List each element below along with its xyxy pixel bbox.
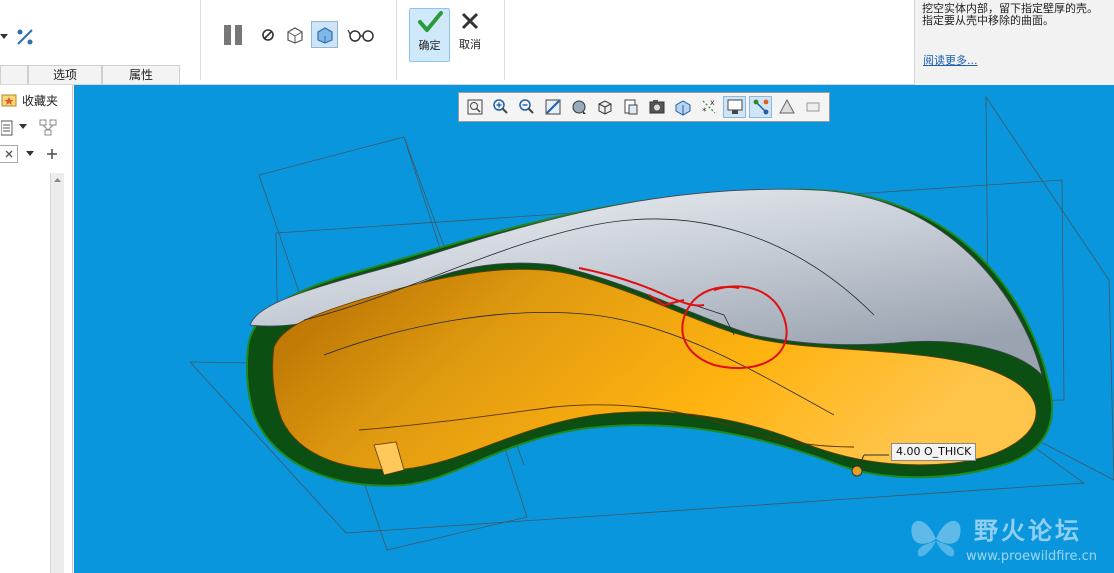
view-toolbar: * x (458, 92, 830, 122)
cancel-button[interactable]: 取消 (452, 8, 488, 62)
ribbon-divider (396, 0, 397, 80)
watermark-url: www.proewildfire.cn (966, 549, 1097, 564)
datum-display-button[interactable]: * x (697, 96, 720, 118)
graphics-viewport[interactable]: * x 4.00 O_THICK 野火论坛 www.proewildfire.cn (74, 85, 1114, 573)
no-preview-icon[interactable] (258, 24, 278, 46)
zoom-in-icon (492, 99, 508, 114)
read-more-link[interactable]: 阅读更多... (923, 52, 978, 68)
tree-filter-icon[interactable] (38, 118, 60, 138)
repaint-button[interactable] (541, 96, 564, 118)
tab-options[interactable]: 选项 (28, 65, 102, 84)
zoom-out-button[interactable] (515, 96, 538, 118)
close-icon[interactable] (0, 145, 18, 163)
svg-text:x: x (710, 98, 715, 107)
add-icon[interactable] (43, 145, 61, 163)
point-display-icon (778, 98, 795, 114)
csys-display-icon (806, 102, 819, 112)
zoom-out-icon (518, 99, 534, 114)
scroll-up-arrow-icon[interactable] (51, 175, 64, 185)
ok-button[interactable]: 确定 (409, 8, 450, 62)
butterfly-logo-icon (911, 520, 961, 557)
checkmark-icon (417, 11, 443, 32)
watermark-title: 野火论坛 (974, 517, 1082, 545)
favorites-label: 收藏夹 (22, 93, 59, 108)
view-manager-icon (624, 99, 637, 115)
csys-display-button[interactable] (801, 96, 824, 118)
repaint-icon (545, 99, 560, 115)
flip-direction-icon[interactable] (14, 26, 36, 48)
datum-display-icon: *x (702, 98, 715, 117)
help-hint-text: 挖空实体内部，留下指定壁厚的壳。指定要从壳中移除的曲面。 (922, 2, 1098, 27)
perspective-icon (649, 100, 664, 114)
point-display-button[interactable] (775, 96, 798, 118)
saved-views-button[interactable] (593, 96, 616, 118)
document-icon[interactable] (0, 118, 14, 138)
verify-glasses-icon[interactable] (346, 24, 376, 46)
annotation-display-icon (727, 99, 742, 114)
display-style-icon (572, 100, 586, 114)
refit-button[interactable] (463, 96, 486, 118)
watermark: 野火论坛 www.proewildfire.cn (904, 505, 1114, 573)
attached-preview-icon[interactable] (284, 24, 306, 46)
refit-icon (467, 99, 482, 115)
dropdown-arrow-icon[interactable] (25, 149, 35, 159)
view-manager-button[interactable] (619, 96, 642, 118)
tab-hidden-partial[interactable] (0, 65, 28, 84)
model-canvas (189, 95, 1114, 551)
ribbon-divider (504, 0, 505, 80)
thickness-dimension[interactable]: 4.00 O_THICK (891, 443, 977, 461)
section-icon (675, 100, 690, 116)
cancel-button-label: 取消 (459, 38, 481, 51)
spin-center-button[interactable] (749, 96, 772, 118)
favorites-tab[interactable]: 收藏夹 (0, 90, 58, 110)
favorites-folder-icon (1, 94, 17, 107)
zoom-in-button[interactable] (489, 96, 512, 118)
tree-scrollbar[interactable] (50, 173, 64, 573)
section-button[interactable] (671, 96, 694, 118)
svg-text:*: * (702, 107, 707, 117)
perspective-button[interactable] (645, 96, 668, 118)
annotation-display-button[interactable] (723, 96, 746, 118)
dashboard-tab-strip: 选项 属性 (0, 65, 180, 84)
close-icon (461, 12, 479, 30)
detached-preview-icon[interactable] (311, 21, 338, 48)
tab-properties[interactable]: 属性 (102, 65, 180, 84)
dropdown-arrow-icon[interactable] (18, 122, 28, 132)
pause-icon[interactable] (220, 22, 246, 48)
ribbon-dashboard: 选项 属性 确定 取消 挖空实体内部，留下指定壁厚的壳。指定要从壳中移除的曲面。… (0, 0, 1114, 85)
app-window: 选项 属性 确定 取消 挖空实体内部，留下指定壁厚的壳。指定要从壳中移除的曲面。… (0, 0, 1114, 573)
ribbon-divider (200, 0, 201, 80)
help-hint-panel: 挖空实体内部，留下指定壁厚的壳。指定要从壳中移除的曲面。 阅读更多... (914, 0, 1114, 85)
display-style-button[interactable] (567, 96, 590, 118)
saved-views-icon (598, 100, 611, 115)
ok-button-label: 确定 (418, 39, 441, 52)
spin-center-icon (753, 99, 768, 115)
navigator-panel: 收藏夹 (0, 85, 73, 573)
dropdown-arrow-icon[interactable] (0, 27, 10, 45)
